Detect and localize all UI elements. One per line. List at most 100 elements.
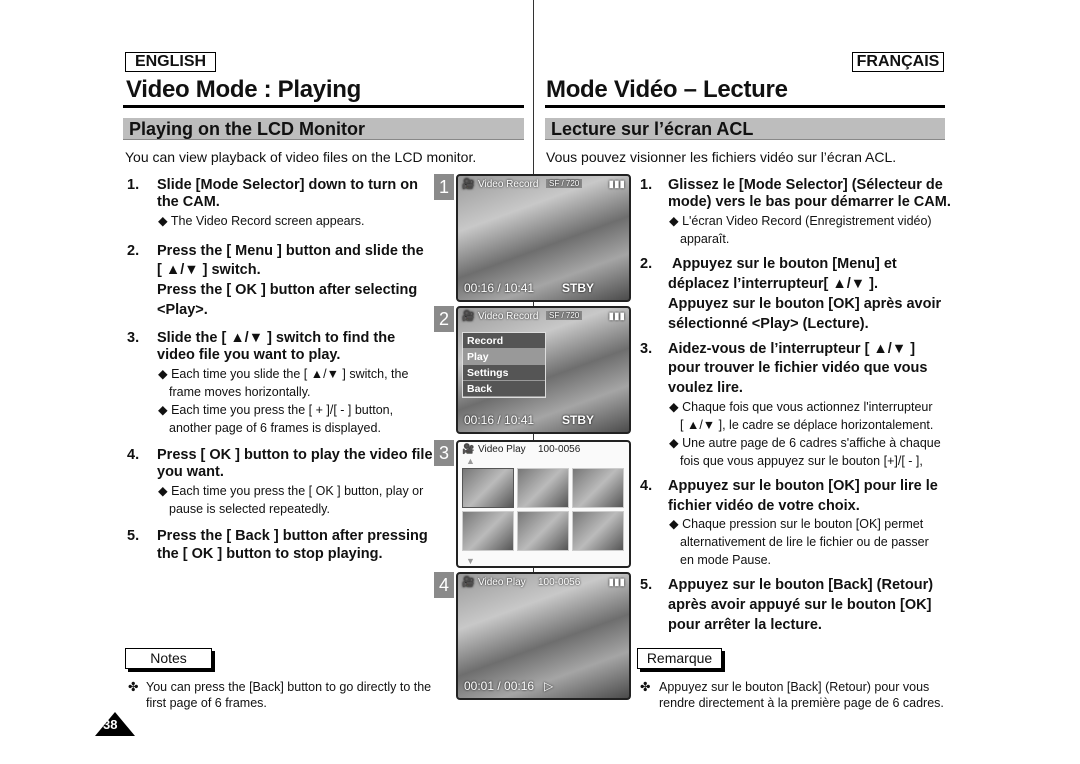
step-number: 1. <box>127 177 140 193</box>
screen-video-play: 🎥 Video Play 100-0056 ▮▮▮ 00:01 / 00:16 … <box>456 572 631 700</box>
step-note: ◆ Each time you slide the [ ▲/▼ ] switch… <box>158 367 409 381</box>
language-label-french: FRANÇAIS <box>852 52 944 72</box>
thumbnail[interactable] <box>572 468 624 508</box>
step-note: fois que vous appuyez sur le bouton [+]/… <box>680 454 923 468</box>
screen-number: 2 <box>434 306 454 332</box>
step-text: Appuyez sur le bouton [Back] (Retour) <box>668 577 934 593</box>
arrow-up-icon[interactable]: ▲ <box>466 456 475 466</box>
step-note: ◆ Chaque pression sur le bouton [OK] per… <box>669 517 924 531</box>
screen-thumbnails: 🎥 Video Play 100-0056 ▲ ▼ <box>456 440 631 568</box>
note-fr: Appuyez sur le bouton [Back] (Retour) po… <box>659 680 944 710</box>
camcorder-icon: 🎥 <box>462 577 475 588</box>
step-number: 2. <box>640 256 653 272</box>
quality-badge: SF / 720 <box>546 311 583 320</box>
step-text: pour trouver le fichier vidéo que vous <box>668 360 928 376</box>
step-text: après avoir appuyé sur le bouton [OK] <box>668 597 932 613</box>
menu-item-settings[interactable]: Settings <box>463 365 545 381</box>
step-note: ◆ Chaque fois que vous actionnez l'inter… <box>669 400 933 414</box>
step-text: voulez lire. <box>668 380 743 396</box>
page-number: 38 <box>103 717 118 732</box>
step-text: Aidez-vous de l’interrupteur [ ▲/▼ ] <box>668 341 916 357</box>
arrow-down-icon[interactable]: ▼ <box>466 556 475 566</box>
menu-item-play[interactable]: Play <box>463 349 545 365</box>
step-text: <Play>. <box>157 302 208 318</box>
thumbnail[interactable] <box>517 468 569 508</box>
mode-label: Video Play <box>478 444 526 455</box>
time-readout: 00:16 / 10:41 <box>464 281 535 295</box>
step-note: another page of 6 frames is displayed. <box>169 421 381 435</box>
screen-video-record: 🎥 Video Record SF / 720 ▮▮▮ 00:16 / 10:4… <box>456 174 631 302</box>
step-number: 5. <box>640 577 653 593</box>
mode-label: Video Play <box>478 577 526 588</box>
status-label: STBY <box>562 413 595 427</box>
step-text: Press the [ Menu ] button and slide the <box>157 243 424 259</box>
time-readout: 00:16 / 10:41 <box>464 413 535 427</box>
intro-fr: Vous pouvez visionner les fichiers vidéo… <box>546 149 897 165</box>
step-note: ◆ Une autre page de 6 cadres s'affiche à… <box>669 436 941 450</box>
step-text: Glissez le [Mode Selector] (Sélecteur de <box>668 177 943 193</box>
language-label-english: ENGLISH <box>125 52 216 72</box>
step-note: alternativement de lire le fichier ou de… <box>680 535 929 549</box>
step-text: [ ▲/▼ ] switch. <box>157 262 261 278</box>
menu-item-back[interactable]: Back <box>463 381 545 397</box>
remarque-label: Remarque <box>637 648 722 669</box>
step-text: Press [ OK ] button to play the video fi… <box>157 447 433 463</box>
step-text: Press the [ OK ] button after selecting <box>157 282 418 298</box>
step-text: the CAM. <box>157 194 220 210</box>
step-note: ◆ The Video Record screen appears. <box>158 214 365 228</box>
step-text: mode) vers le bas pour démarrer le CAM. <box>668 194 951 210</box>
thumbnail[interactable] <box>572 511 624 551</box>
battery-icon: ▮▮▮ <box>608 179 625 190</box>
step-note: frame moves horizontally. <box>169 385 311 399</box>
step-text: déplacez l’interrupteur[ ▲/▼ ]. <box>668 276 878 292</box>
step-note: ◆ Each time you press the [ + ]/[ - ] bu… <box>158 403 394 417</box>
note-bullet: ✤ <box>640 680 651 694</box>
step-note: pause is selected repeatedly. <box>169 502 330 516</box>
step-text: the [ OK ] button to stop playing. <box>157 546 383 562</box>
mode-label: Video Record <box>478 311 539 322</box>
thumbnail-grid <box>462 468 624 551</box>
page-number-badge: 38 <box>95 712 135 736</box>
note-bullet: ✤ <box>128 680 139 694</box>
quality-badge: SF / 720 <box>546 179 583 188</box>
screen-number: 4 <box>434 572 454 598</box>
step-number: 4. <box>640 478 653 494</box>
step-note: ◆ Each time you press the [ OK ] button,… <box>158 484 424 498</box>
screen-number: 1 <box>434 174 454 200</box>
section-heading-en: Playing on the LCD Monitor <box>123 118 524 140</box>
camcorder-icon: 🎥 <box>462 444 475 455</box>
thumbnail[interactable] <box>517 511 569 551</box>
battery-icon: ▮▮▮ <box>608 311 625 322</box>
section-heading-fr: Lecture sur l’écran ACL <box>545 118 945 140</box>
title-rule <box>545 105 945 108</box>
step-text: fichier vidéo de votre choix. <box>668 498 860 514</box>
step-text: Appuyez sur le bouton [OK] après avoir <box>668 296 942 312</box>
thumbnail[interactable] <box>462 511 514 551</box>
step-text: video file you want to play. <box>157 347 341 363</box>
time-readout: 00:01 / 00:16 <box>464 679 535 693</box>
step-text: you want. <box>157 464 224 480</box>
mode-label: Video Record <box>478 179 539 190</box>
screen-menu: 🎥 Video Record SF / 720 ▮▮▮ Record Play … <box>456 306 631 434</box>
step-number: 3. <box>127 330 140 346</box>
step-text: sélectionné <Play> (Lecture). <box>668 316 869 332</box>
step-note: en mode Pause. <box>680 553 772 567</box>
file-number: 100-0056 <box>538 444 581 455</box>
camcorder-icon: 🎥 <box>462 311 475 322</box>
note-en: You can press the [Back] button to go di… <box>146 680 432 710</box>
step-note: ◆ L'écran Video Record (Enregistrement v… <box>669 214 932 228</box>
step-text: Press the [ Back ] button after pressing <box>157 528 428 544</box>
step-number: 4. <box>127 447 140 463</box>
page-title-en: Video Mode : Playing <box>126 76 361 103</box>
thumbnail[interactable] <box>462 468 514 508</box>
camcorder-icon: 🎥 <box>462 179 475 190</box>
menu-item-record[interactable]: Record <box>463 333 545 349</box>
intro-en: You can view playback of video files on … <box>125 149 477 165</box>
battery-icon: ▮▮▮ <box>608 577 625 588</box>
play-icon: ▷ <box>544 679 554 693</box>
status-label: STBY <box>562 281 595 295</box>
step-number: 3. <box>640 341 653 357</box>
title-rule <box>123 105 524 108</box>
step-text: pour arrêter la lecture. <box>668 617 822 633</box>
step-number: 1. <box>640 177 653 193</box>
